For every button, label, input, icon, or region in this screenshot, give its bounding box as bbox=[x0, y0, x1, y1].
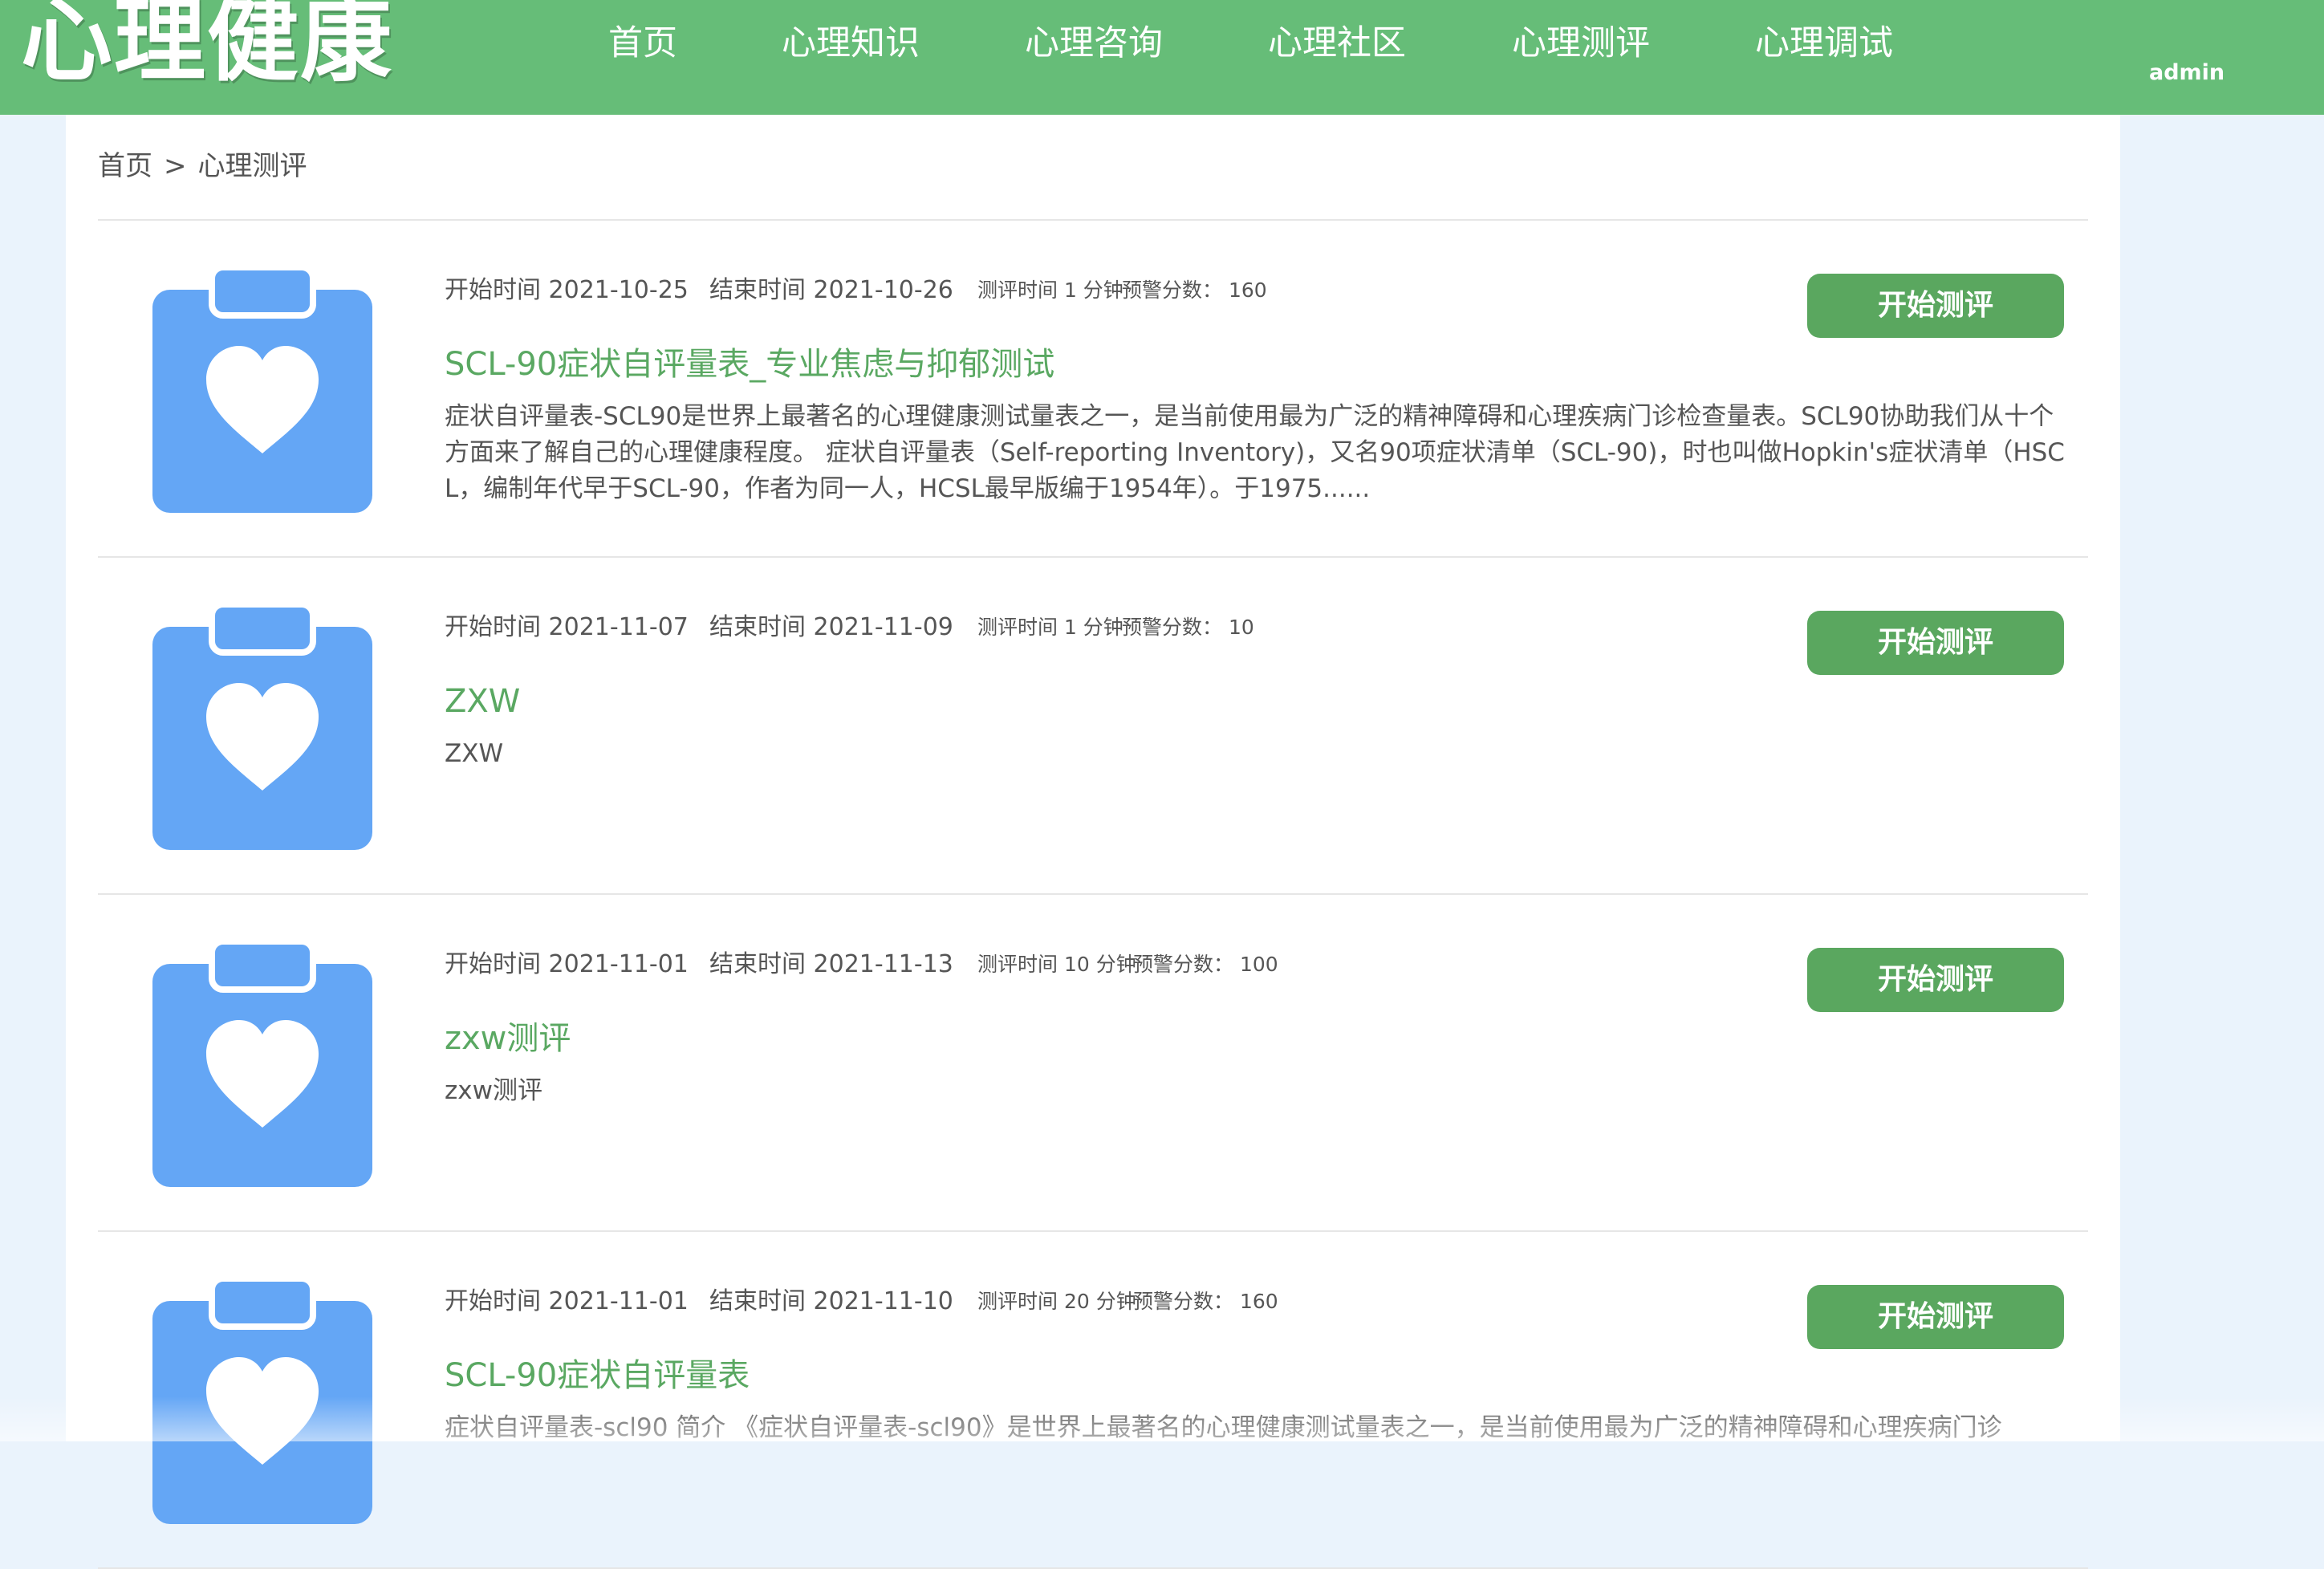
clipboard-heart-icon[interactable] bbox=[152, 941, 372, 1187]
duration: 测评时间 10 分钟 bbox=[977, 953, 1136, 976]
duration: 测评时间 1 分钟 bbox=[977, 616, 1123, 639]
clipboard-heart-icon[interactable] bbox=[152, 1278, 372, 1524]
assessment-item: 开始时间 2021-11-07 结束时间 2021-11-09 测评时间 1 分… bbox=[98, 558, 2088, 895]
assessment-item: 开始时间 2021-10-25 结束时间 2021-10-26 测评时间 1 分… bbox=[98, 221, 2088, 558]
nav-item-consulting[interactable]: 心理咨询 bbox=[1025, 21, 1163, 66]
nav-item-adjustment[interactable]: 心理调试 bbox=[1755, 21, 1893, 66]
assessment-description: 症状自评量表-scl90 简介 《症状自评量表-scl90》是世界上最著名的心理… bbox=[445, 1413, 2002, 1442]
warning-score: 预警分数： 10 bbox=[1122, 616, 1254, 639]
assessment-description: zxw测评 bbox=[445, 1076, 542, 1105]
assessment-list: 开始时间 2021-10-25 结束时间 2021-10-26 测评时间 1 分… bbox=[98, 221, 2088, 1569]
main-nav: 首页 心理知识 心理咨询 心理社区 心理测评 心理调试 bbox=[0, 0, 2324, 88]
nav-item-home[interactable]: 首页 bbox=[608, 21, 677, 66]
breadcrumb-current: 心理测评 bbox=[197, 150, 307, 182]
end-time: 结束时间 2021-11-09 bbox=[709, 613, 953, 641]
end-time: 结束时间 2021-11-10 bbox=[709, 1287, 953, 1315]
duration: 测评时间 1 分钟 bbox=[977, 278, 1123, 302]
assessment-description: 症状自评量表-SCL90是世界上最著名的心理健康测试量表之一，是当前使用最为广泛… bbox=[445, 402, 2065, 503]
start-assessment-button[interactable]: 开始测评 bbox=[1807, 948, 2064, 1012]
start-time: 开始时间 2021-11-01 bbox=[445, 1287, 689, 1315]
assessment-title[interactable]: SCL-90症状自评量表_专业焦虑与抑郁测试 bbox=[445, 343, 1054, 386]
nav-item-assessment[interactable]: 心理测评 bbox=[1512, 21, 1650, 66]
end-time: 结束时间 2021-11-13 bbox=[709, 950, 953, 978]
start-time: 开始时间 2021-11-01 bbox=[445, 950, 689, 978]
breadcrumb-separator: > bbox=[164, 150, 187, 182]
start-time: 开始时间 2021-11-07 bbox=[445, 613, 689, 641]
clipboard-heart-icon[interactable] bbox=[152, 604, 372, 850]
warning-score: 预警分数： 100 bbox=[1133, 953, 1278, 976]
warning-score: 预警分数： 160 bbox=[1122, 278, 1267, 302]
breadcrumb-home[interactable]: 首页 bbox=[98, 150, 152, 182]
end-time: 结束时间 2021-10-26 bbox=[709, 276, 953, 304]
main-content: 首页 > 心理测评 开始时间 2021-10-25 结束时间 2021-10-26 … bbox=[66, 115, 2120, 1569]
duration: 测评时间 20 分钟 bbox=[977, 1290, 1136, 1313]
nav-item-community[interactable]: 心理社区 bbox=[1268, 21, 1406, 66]
start-assessment-button[interactable]: 开始测评 bbox=[1807, 611, 2064, 675]
user-menu[interactable]: admin bbox=[2149, 59, 2224, 87]
start-assessment-button[interactable]: 开始测评 bbox=[1807, 274, 2064, 338]
clipboard-heart-icon[interactable] bbox=[152, 267, 372, 513]
assessment-item: 开始时间 2021-11-01 结束时间 2021-11-10 测评时间 20 … bbox=[98, 1232, 2088, 1569]
assessment-title[interactable]: SCL-90症状自评量表 bbox=[445, 1354, 750, 1397]
assessment-item: 开始时间 2021-11-01 结束时间 2021-11-13 测评时间 10 … bbox=[98, 895, 2088, 1232]
assessment-title[interactable]: zxw测评 bbox=[445, 1017, 571, 1060]
warning-score: 预警分数： 160 bbox=[1133, 1290, 1278, 1313]
top-navigation-bar: 心理健康 首页 心理知识 心理咨询 心理社区 心理测评 心理调试 admin bbox=[0, 0, 2324, 115]
start-time: 开始时间 2021-10-25 bbox=[445, 276, 689, 304]
assessment-title[interactable]: ZXW bbox=[445, 680, 520, 723]
assessment-description: ZXW bbox=[445, 739, 504, 768]
start-assessment-button[interactable]: 开始测评 bbox=[1807, 1285, 2064, 1349]
nav-item-knowledge[interactable]: 心理知识 bbox=[782, 21, 920, 66]
breadcrumb: 首页 > 心理测评 bbox=[98, 148, 307, 184]
